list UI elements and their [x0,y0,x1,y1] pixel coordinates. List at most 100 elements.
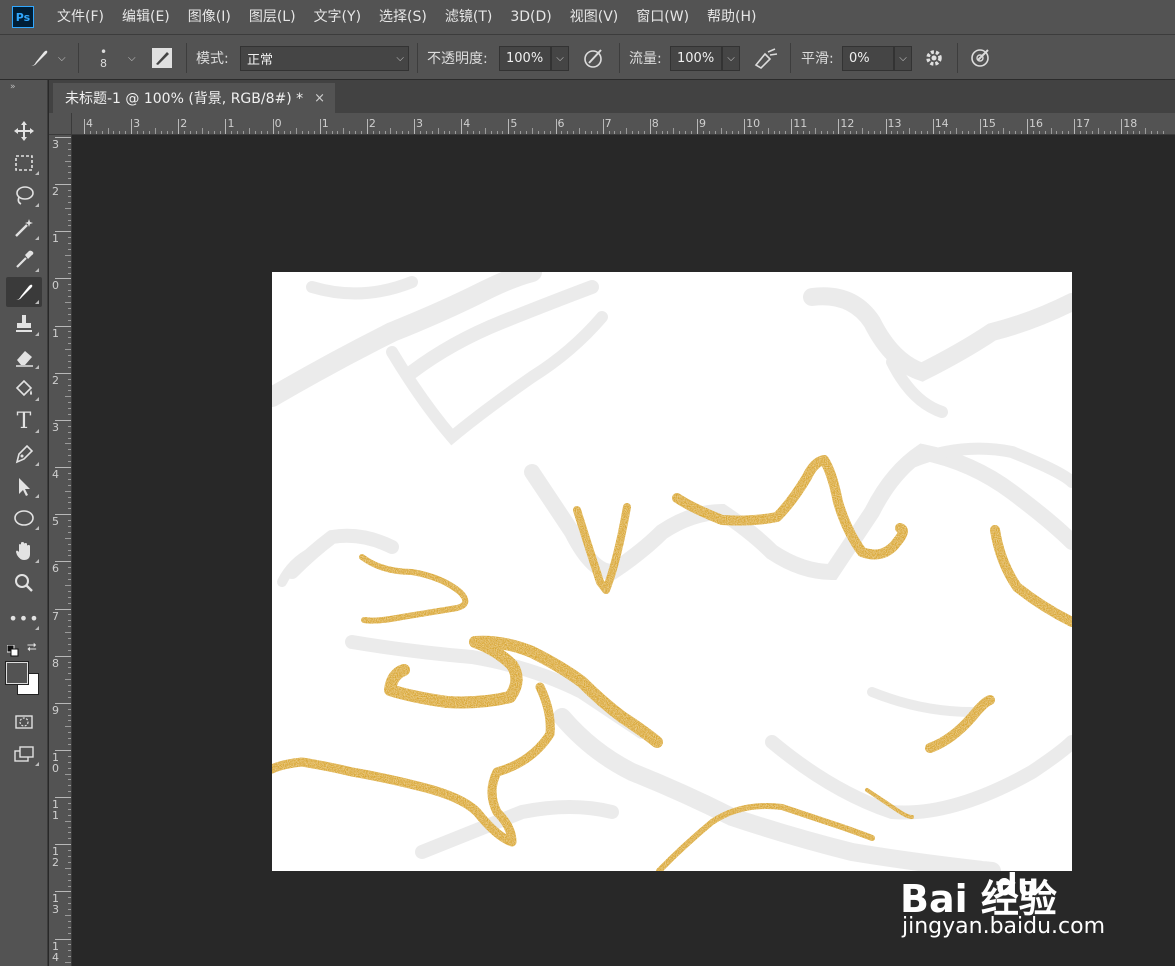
pen-icon[interactable] [6,439,42,469]
ruler-minor-tick [861,128,863,134]
flow-dropdown[interactable]: ⌵ [722,46,740,71]
chevron-down-icon[interactable]: ⌵ [128,53,136,64]
ruler-label: 1 [321,117,329,130]
opacity-input[interactable]: 100% [499,46,551,71]
document-tab-title: 未标题-1 @ 100% (背景, RGB/8#) * [65,91,304,107]
close-icon[interactable]: × [314,91,325,106]
ruler-label: 4 [463,117,471,130]
ruler-tick [555,119,557,134]
eyedropper-icon[interactable] [6,245,42,275]
mode-select[interactable]: 正常 ⌵ [240,46,409,71]
menu-item[interactable]: 选择(S) [370,0,436,34]
ruler-minor-tick [68,826,71,828]
ruler-minor-tick [68,337,71,339]
screen-mode-icon[interactable] [6,739,42,769]
menu-item[interactable]: 滤镜(T) [436,0,501,34]
ruler-minor-tick [68,802,71,804]
ruler-minor-tick [520,131,522,134]
ruler-minor-tick [68,266,71,268]
move-icon[interactable] [6,116,42,146]
document-tab[interactable]: 未标题-1 @ 100% (背景, RGB/8#) * × [53,83,335,113]
ruler-minor-tick [484,128,486,134]
menu-item[interactable]: 帮助(H) [698,0,765,34]
opacity-dropdown[interactable]: ⌵ [551,46,569,71]
default-colors-icon[interactable] [6,642,19,661]
ruler-minor-tick [384,131,386,134]
ruler-minor-tick [65,867,71,869]
menu-item[interactable]: 编辑(E) [113,0,179,34]
marquee-icon[interactable] [6,148,42,178]
type-icon[interactable]: T [6,406,42,436]
ruler-minor-tick [761,131,763,134]
ruler-minor-tick [490,131,492,134]
ruler-minor-tick [68,360,71,362]
brush-preset-icon[interactable] [28,35,50,81]
ruler-tick [461,119,463,134]
zoom-icon[interactable] [6,568,42,598]
ruler-minor-tick [349,131,351,134]
quick-mask-icon[interactable] [6,707,42,737]
swap-colors-icon[interactable]: ⮂ [27,640,37,655]
ruler-minor-tick [1162,131,1164,134]
pressure-opacity-icon[interactable] [582,35,606,81]
ruler-minor-tick [1115,131,1117,134]
symmetry-icon[interactable] [968,35,992,81]
more-icon[interactable]: ••• [6,603,42,633]
foreground-color-swatch[interactable] [5,661,29,685]
brush-size-picker[interactable]: • 8 [100,35,107,81]
smoothing-input[interactable]: 0% [842,46,894,71]
ruler-minor-tick [68,626,71,628]
ruler-minor-tick [496,131,498,134]
airbrush-icon[interactable] [753,35,779,81]
chevron-down-icon[interactable]: ⌵ [58,53,66,64]
eraser-icon[interactable] [6,342,42,372]
smoothing-dropdown[interactable]: ⌵ [894,46,912,71]
menu-item[interactable]: 3D(D) [501,0,560,34]
ruler-minor-tick [679,131,681,134]
ruler-minor-tick [1009,131,1011,134]
menu-item[interactable]: 窗口(W) [627,0,698,34]
flow-input[interactable]: 100% [670,46,722,71]
menu-item[interactable]: 图像(I) [179,0,240,34]
menu-item[interactable]: 文字(Y) [305,0,370,34]
ellipse-icon[interactable] [6,503,42,533]
ruler-label: 15 [981,117,996,130]
watermark-url: jingyan.baidu.com [902,914,1106,939]
ruler-minor-tick [68,673,71,675]
ruler-label: 12 [840,117,855,130]
ruler-minor-tick [125,131,127,134]
ruler-label: 13 [887,117,902,130]
ruler-minor-tick [891,131,893,134]
menu-item[interactable]: 文件(F) [48,0,113,34]
ruler-minor-tick [68,944,71,946]
collapse-icon[interactable]: » [10,82,16,92]
menu-item[interactable]: 视图(V) [561,0,628,34]
ruler-label: 7 [52,609,59,623]
brush-icon[interactable] [6,277,42,307]
brush-panel-toggle-icon[interactable] [151,35,173,81]
ruler-origin[interactable] [49,113,72,135]
ruler-minor-tick [832,131,834,134]
ruler-minor-tick [1003,128,1005,134]
paint-bucket-icon[interactable] [6,374,42,404]
path-select-icon[interactable] [6,471,42,501]
hand-icon[interactable] [6,536,42,566]
stamp-icon[interactable] [6,309,42,339]
ruler-minor-tick [408,131,410,134]
ruler-minor-tick [68,237,71,239]
menu-item[interactable]: 图层(L) [240,0,305,34]
horizontal-ruler[interactable]: 4 3 2 1 0 1 2 3 4 5 6 7 8 9 10 11 12 13 14 15 16 17 18 [72,113,1175,135]
ruler-minor-tick [68,343,71,345]
ruler-minor-tick [449,131,451,134]
ruler-minor-tick [68,856,71,858]
lasso-icon[interactable] [6,180,42,210]
document-canvas[interactable] [272,272,1072,871]
vertical-ruler[interactable]: 3 2 1 0 1 2 3 4 5 6 7 8 9 10 11 12 13 14 [49,135,72,966]
gear-icon[interactable] [923,35,945,81]
ruler-minor-tick [65,396,71,398]
ruler-minor-tick [467,131,469,134]
magic-wand-icon[interactable] [6,213,42,243]
ruler-minor-tick [68,714,71,716]
ruler-minor-tick [1144,128,1146,134]
ruler-minor-tick [68,649,71,651]
